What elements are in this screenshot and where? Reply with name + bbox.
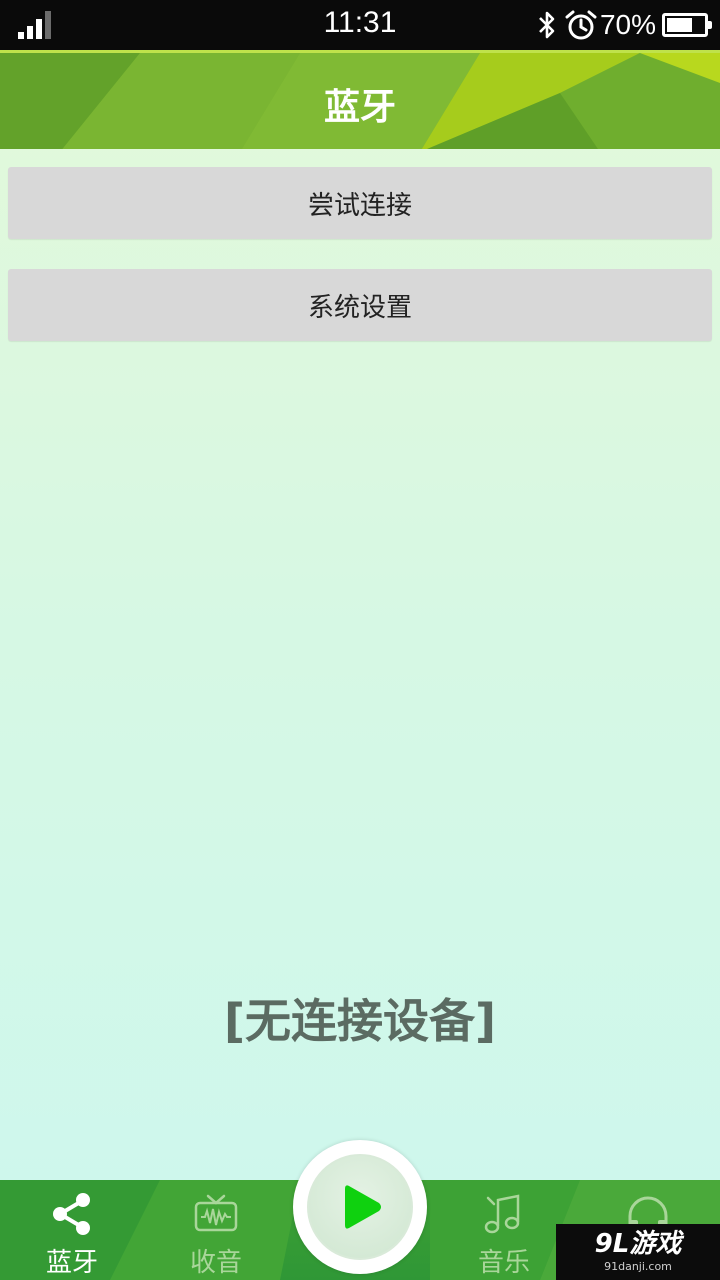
battery-icon xyxy=(662,13,712,37)
radio-icon xyxy=(194,1194,238,1232)
play-icon xyxy=(345,1185,381,1229)
status-bar: 11:31 70% xyxy=(0,0,720,50)
watermark: 9L游戏 91danji.com xyxy=(556,1224,720,1280)
music-note-icon xyxy=(484,1194,520,1234)
page-title: 蓝牙 xyxy=(323,87,396,128)
share-icon xyxy=(53,1193,90,1235)
tab-radio[interactable]: 收音 xyxy=(156,1180,276,1280)
tab-music[interactable]: 音乐 xyxy=(444,1180,564,1280)
play-button-inner xyxy=(307,1154,413,1260)
connection-status: [无连接设备] xyxy=(223,994,497,1048)
battery-fill xyxy=(667,18,692,32)
watermark-logo: 9L游戏 xyxy=(594,1229,682,1259)
play-button[interactable] xyxy=(293,1140,427,1274)
alarm-icon xyxy=(565,10,597,40)
try-connect-button[interactable]: 尝试连接 xyxy=(8,167,712,239)
bluetooth-icon xyxy=(539,11,555,39)
tab-bluetooth[interactable]: 蓝牙 xyxy=(12,1180,132,1280)
system-settings-button[interactable]: 系统设置 xyxy=(8,269,712,341)
status-icons: 70% xyxy=(536,8,712,42)
tab-radio-label: 收音 xyxy=(189,1248,242,1278)
battery-percent: 70% xyxy=(599,9,656,40)
tab-music-label: 音乐 xyxy=(477,1248,530,1278)
title-bar: 蓝牙 xyxy=(0,50,720,149)
watermark-url: 91danji.com xyxy=(604,1260,672,1273)
tab-bluetooth-label: 蓝牙 xyxy=(45,1248,98,1278)
